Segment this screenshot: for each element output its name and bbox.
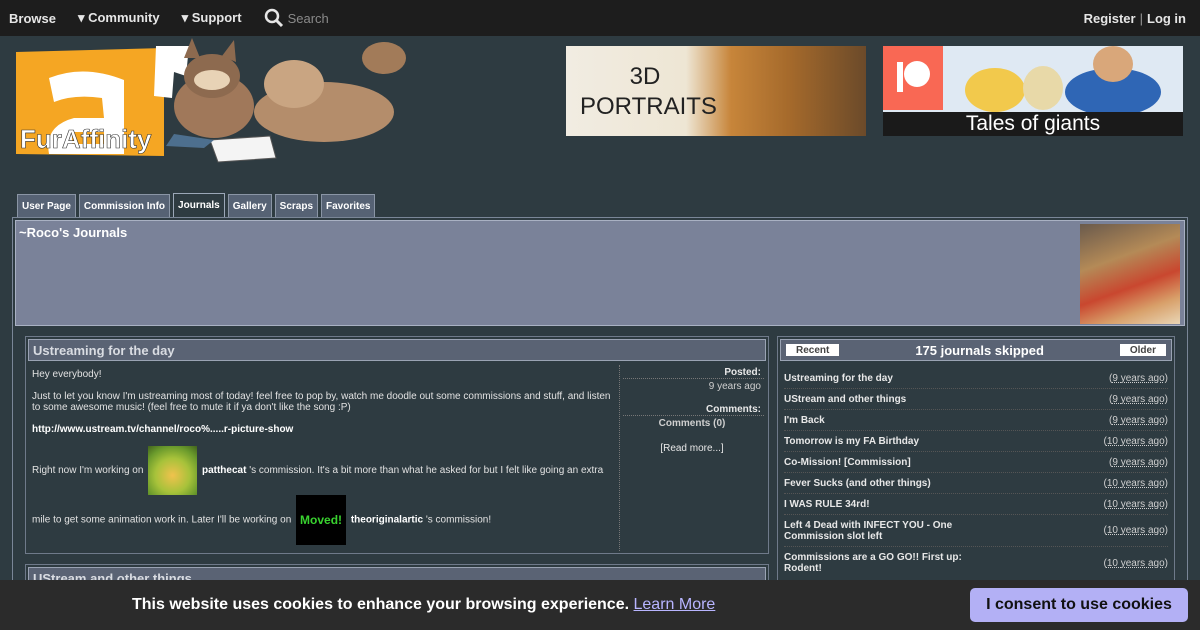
journal-text-span: 's commission!: [425, 514, 492, 526]
posted-date: 9 years ago: [623, 378, 764, 392]
site-logo[interactable]: FurAffinity: [14, 36, 424, 164]
page-title: ~Roco's Journals: [19, 225, 128, 240]
read-more-link[interactable]: [Read more...]: [620, 443, 764, 454]
list-item-title[interactable]: Ustreaming for the day: [784, 373, 984, 384]
list-item-date: (9 years ago): [1109, 372, 1168, 384]
journal-text: Hey everybody! Just to let you know I'm …: [32, 369, 616, 556]
journal-text-span: 's commission. It's a bit more than what…: [249, 465, 604, 477]
list-item-date: (10 years ago): [1103, 525, 1168, 536]
list-item-date: (10 years ago): [1103, 477, 1168, 489]
journal-list-sidebar: Recent 175 journals skipped Older Ustrea…: [777, 336, 1175, 596]
journal-paragraph: Hey everybody!: [32, 369, 102, 380]
list-item[interactable]: Left 4 Dead with INFECT YOU - One Commis…: [784, 515, 1168, 547]
journals-container: ~Roco's Journals Ustreaming for the day …: [12, 217, 1188, 597]
ad-banner-tales-of-giants[interactable]: Tales of giants: [883, 46, 1183, 136]
list-item[interactable]: Fever Sucks (and other things) (10 years …: [784, 473, 1168, 494]
journal-text-span: Right now I'm working on: [32, 465, 144, 477]
profile-tabs: User Page Commission Info Journals Galle…: [17, 193, 376, 218]
journal-title[interactable]: Ustreaming for the day: [28, 339, 766, 361]
journal-text-span: mile to get some animation work in. Late…: [32, 514, 292, 526]
list-item[interactable]: Co-Mission! [Commission] (9 years ago): [784, 452, 1168, 473]
cookie-banner: This website uses cookies to enhance you…: [0, 580, 1200, 630]
list-item[interactable]: UStream and other things (9 years ago): [784, 389, 1168, 410]
ad2-text: Tales of giants: [883, 112, 1183, 136]
skipped-count: 175 journals skipped: [915, 342, 1044, 358]
user-link-theoriginalartic[interactable]: theoriginalartic: [351, 515, 423, 526]
top-navigation-bar: Browse ▾ Community ▾ Support Search Regi…: [0, 0, 1200, 36]
logo-text: FurAffinity: [20, 124, 152, 154]
list-item[interactable]: I WAS RULE 34rd! (10 years ago): [784, 494, 1168, 515]
list-item-title[interactable]: Commissions are a GO GO!! First up: Rode…: [784, 552, 984, 574]
user-header: ~Roco's Journals: [15, 220, 1185, 326]
register-link[interactable]: Register: [1084, 11, 1136, 26]
tab-commission-info[interactable]: Commission Info: [78, 194, 171, 218]
account-links: Register | Log in: [1084, 11, 1186, 26]
cookie-message: This website uses cookies to enhance you…: [132, 596, 715, 614]
list-item[interactable]: Tomorrow is my FA Birthday (10 years ago): [784, 431, 1168, 452]
list-item-title[interactable]: Co-Mission! [Commission]: [784, 457, 984, 468]
list-item[interactable]: I'm Back (9 years ago): [784, 410, 1168, 431]
browse-link[interactable]: Browse: [9, 11, 56, 26]
list-item[interactable]: Commissions are a GO GO!! First up: Rode…: [784, 547, 1168, 579]
journal-entry: Ustreaming for the day Hey everybody! Ju…: [25, 336, 769, 554]
consent-button[interactable]: I consent to use cookies: [970, 588, 1188, 622]
patreon-logo-icon: [883, 46, 943, 110]
list-item-title[interactable]: I WAS RULE 34rd!: [784, 499, 984, 510]
tab-favorites[interactable]: Favorites: [321, 194, 376, 218]
list-item[interactable]: Ustreaming for the day (9 years ago): [784, 368, 1168, 389]
list-item-date: (10 years ago): [1103, 557, 1168, 569]
ad1-text: 3D PORTRAITS: [580, 63, 717, 120]
journal-list-header: Recent 175 journals skipped Older: [780, 339, 1172, 361]
list-item-date: (9 years ago): [1109, 456, 1168, 468]
search-box[interactable]: Search: [264, 8, 329, 28]
list-item-date: (9 years ago): [1109, 414, 1168, 426]
ad-banner-3d-portraits[interactable]: 3D PORTRAITS: [566, 46, 866, 136]
tab-journals[interactable]: Journals: [173, 193, 225, 218]
recent-button[interactable]: Recent: [786, 344, 840, 356]
user-thumbnail-theoriginalartic[interactable]: Moved!: [296, 495, 347, 545]
login-link[interactable]: Log in: [1147, 11, 1186, 26]
list-item-date: (10 years ago): [1103, 435, 1168, 447]
list-item-title[interactable]: Fever Sucks (and other things): [784, 478, 984, 489]
tab-user-page[interactable]: User Page: [17, 194, 76, 218]
list-item-date: (9 years ago): [1109, 393, 1168, 405]
user-thumbnail-patthecat[interactable]: [148, 446, 198, 495]
user-link-patthecat[interactable]: patthecat: [202, 465, 246, 476]
search-placeholder: Search: [287, 10, 329, 26]
comments-label: Comments:: [705, 404, 761, 415]
journal-meta: Posted: 9 years ago Comments: Comments (…: [619, 365, 764, 551]
learn-more-link[interactable]: Learn More: [634, 596, 716, 613]
tab-scraps[interactable]: Scraps: [274, 194, 319, 218]
journal-list: Ustreaming for the day (9 years ago) UStr…: [778, 363, 1174, 579]
journal-body: Hey everybody! Just to let you know I'm …: [26, 365, 768, 551]
support-menu[interactable]: ▾ Support: [182, 10, 242, 26]
community-menu[interactable]: ▾ Community: [78, 10, 160, 26]
ustream-link[interactable]: http://www.ustream.tv/channel/roco%.....…: [32, 424, 616, 435]
search-icon: [264, 8, 283, 28]
list-item-title[interactable]: Left 4 Dead with INFECT YOU - One Commis…: [784, 520, 984, 542]
list-item-title[interactable]: I'm Back: [784, 415, 984, 426]
list-item-title[interactable]: Tomorrow is my FA Birthday: [784, 436, 984, 447]
older-button[interactable]: Older: [1119, 344, 1166, 356]
comments-link[interactable]: Comments (0): [623, 415, 764, 429]
posted-label: Posted:: [724, 367, 761, 378]
separator: |: [1139, 11, 1143, 26]
journal-paragraph: Just to let you know I'm ustreaming most…: [32, 391, 611, 413]
avatar[interactable]: [1080, 224, 1180, 324]
tab-gallery[interactable]: Gallery: [227, 194, 272, 218]
list-item-title[interactable]: UStream and other things: [784, 394, 984, 405]
cookie-text: This website uses cookies to enhance you…: [132, 596, 630, 613]
list-item-date: (10 years ago): [1103, 498, 1168, 510]
